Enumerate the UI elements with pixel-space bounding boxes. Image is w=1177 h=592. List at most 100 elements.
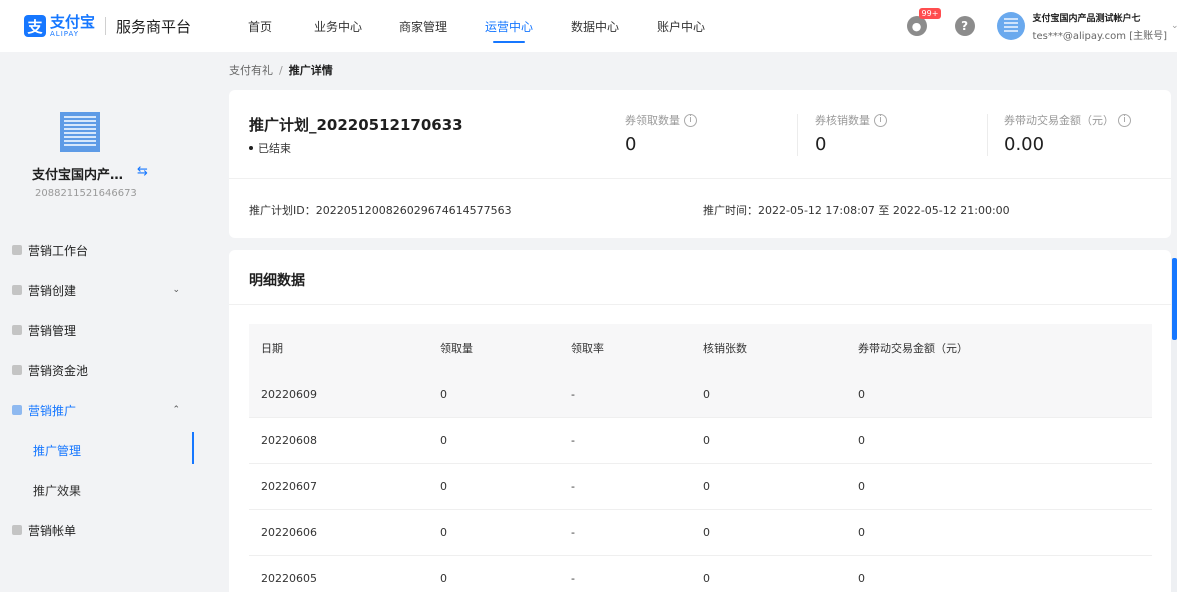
account-caret-icon[interactable]: ⌄	[1171, 21, 1177, 31]
info-icon[interactable]: i	[684, 113, 697, 127]
detail-table: 日期 领取量 领取率 核销张数 券带动交易金额（元） 20220609 0 - …	[249, 324, 1152, 592]
breadcrumb-parent[interactable]: 支付有礼	[229, 62, 273, 78]
table-cell: 0	[440, 434, 447, 447]
table-cell: 0	[440, 480, 447, 493]
table-cell: -	[571, 572, 575, 585]
breadcrumb-separator: /	[279, 63, 283, 77]
metric-value: 0	[625, 134, 637, 155]
brand-wordmark: 支付宝 ALIPAY	[50, 12, 96, 38]
table-cell: 0	[703, 572, 710, 585]
metric-label-wrap: 券带动交易金额（元） i	[1004, 112, 1131, 128]
sidebar-item-marketing-workbench[interactable]: 营销工作台	[0, 230, 196, 270]
metric-coupons-claimed: 券领取数量 i 0	[625, 112, 697, 155]
brand-divider	[105, 17, 107, 35]
status-text: 已结束	[258, 142, 291, 155]
sidebar: 支付宝国内产… ⇆ 2088211521646673 营销工作台 营销创建 ⌄ …	[0, 52, 196, 592]
sidebar-item-marketing-bill[interactable]: 营销帐单	[0, 510, 196, 550]
bill-icon	[12, 525, 22, 535]
page-title: 推广计划_20220512170633	[249, 116, 463, 134]
nav-merchant-management[interactable]: 商家管理	[380, 0, 466, 52]
breadcrumb-current: 推广详情	[288, 64, 333, 77]
notification-bell-icon[interactable]: ● 99+	[906, 8, 942, 36]
account-info[interactable]: 支付宝国内产品测试帐户七 tes***@alipay.com [主账号]	[1033, 11, 1167, 42]
table-cell: 0	[440, 526, 447, 539]
nav-operations-center[interactable]: 运营中心	[466, 0, 552, 52]
metric-label-wrap: 券核销数量 i	[815, 112, 887, 128]
table-row[interactable]: 20220605 0 - 0 0	[249, 556, 1152, 592]
sidebar-item-fund-pool[interactable]: 营销资金池	[0, 350, 196, 390]
table-cell: 0	[858, 572, 865, 585]
metric-coupons-redeemed: 券核销数量 i 0	[815, 112, 887, 155]
sidebar-item-label: 营销创建	[28, 283, 77, 298]
info-icon[interactable]: i	[874, 113, 887, 127]
table-cell: 0	[858, 388, 865, 401]
top-bar: 支 支付宝 ALIPAY 服务商平台 首页 业务中心 商家管理 运营中心 数据中…	[0, 0, 1177, 52]
table-row[interactable]: 20220607 0 - 0 0	[249, 464, 1152, 510]
table-cell: 0	[703, 388, 710, 401]
table-cell: 20220607	[261, 480, 317, 493]
sidebar-item-marketing-create[interactable]: 营销创建 ⌄	[0, 270, 196, 310]
merchant-id: 2088211521646673	[35, 188, 137, 199]
section-title: 明细数据	[249, 273, 305, 289]
column-header: 日期	[261, 342, 283, 355]
section-divider	[229, 304, 1171, 305]
sidebar-subitem-promotion-manage[interactable]: 推广管理	[0, 430, 196, 470]
chevron-up-icon: ⌃	[172, 405, 180, 415]
promotion-summary-card: 推广计划_20220512170633 已结束 券领取数量 i 0 券核销数量 …	[229, 90, 1171, 238]
merchant-name: 支付宝国内产…	[32, 168, 124, 183]
merchant-logo	[60, 112, 100, 152]
table-cell: 0	[703, 434, 710, 447]
table-cell: 0	[703, 526, 710, 539]
scrollbar-thumb[interactable]	[1172, 258, 1177, 340]
table-cell: -	[571, 480, 575, 493]
nav-data-center[interactable]: 数据中心	[552, 0, 638, 52]
fund-pool-icon	[12, 365, 22, 375]
header-actions: ● 99+ ? 支付宝国内产品测试帐户七 tes***@alipay.com […	[906, 0, 1177, 52]
table-row[interactable]: 20220609 0 - 0 0	[249, 372, 1152, 418]
promotion-icon	[12, 405, 22, 415]
brand-name-en: ALIPAY	[50, 29, 80, 38]
table-cell: 0	[858, 480, 865, 493]
metric-value: 0	[815, 134, 827, 155]
table-cell: 20220608	[261, 434, 317, 447]
nav-home[interactable]: 首页	[224, 0, 296, 52]
sidebar-item-label: 营销推广	[28, 403, 77, 418]
nav-account-center[interactable]: 账户中心	[638, 0, 724, 52]
table-cell: 0	[440, 388, 447, 401]
column-header: 领取率	[571, 342, 604, 355]
metric-label: 券带动交易金额（元）	[1004, 114, 1114, 127]
status-dot-icon	[249, 146, 253, 150]
info-icon[interactable]: i	[1118, 113, 1131, 127]
nav-business-center[interactable]: 业务中心	[296, 0, 380, 52]
table-cell: -	[571, 526, 575, 539]
chevron-down-icon: ⌄	[172, 285, 180, 295]
detail-data-card: 明细数据 日期 领取量 领取率 核销张数 券带动交易金额（元） 20220609…	[229, 250, 1171, 592]
table-cell: 20220606	[261, 526, 317, 539]
top-nav: 首页 业务中心 商家管理 运营中心 数据中心 账户中心	[224, 0, 724, 52]
brand[interactable]: 支 支付宝 ALIPAY 服务商平台	[0, 12, 212, 38]
sidebar-item-label: 营销工作台	[28, 243, 89, 258]
table-cell: 0	[440, 572, 447, 585]
sidebar-item-marketing-manage[interactable]: 营销管理	[0, 310, 196, 350]
table-row[interactable]: 20220608 0 - 0 0	[249, 418, 1152, 464]
account-email: tes***@alipay.com [主账号]	[1032, 30, 1167, 42]
sidebar-subitem-promotion-effect[interactable]: 推广效果	[0, 470, 196, 510]
column-header: 领取量	[440, 342, 473, 355]
sidebar-item-label: 营销帐单	[28, 523, 77, 538]
plan-time: 推广时间：2022-05-12 17:08:07 至 2022-05-12 21…	[703, 204, 1010, 217]
table-header: 日期 领取量 领取率 核销张数 券带动交易金额（元）	[249, 324, 1152, 372]
brand-name-cn: 支付宝	[50, 12, 96, 31]
switch-merchant-icon[interactable]: ⇆	[137, 164, 148, 179]
sidebar-item-marketing-promotion[interactable]: 营销推广 ⌃	[0, 390, 196, 430]
create-icon	[12, 285, 22, 295]
help-icon[interactable]: ?	[954, 16, 975, 36]
column-header: 核销张数	[703, 342, 747, 355]
table-cell: 20220609	[261, 388, 317, 401]
metric-value: 0.00	[1004, 134, 1045, 155]
table-row[interactable]: 20220606 0 - 0 0	[249, 510, 1152, 556]
avatar[interactable]	[996, 12, 1025, 40]
table-cell: 0	[703, 480, 710, 493]
home-icon	[12, 245, 22, 255]
breadcrumb: 支付有礼 / 推广详情	[229, 62, 333, 78]
bell-glyph-icon: ●	[911, 19, 922, 33]
